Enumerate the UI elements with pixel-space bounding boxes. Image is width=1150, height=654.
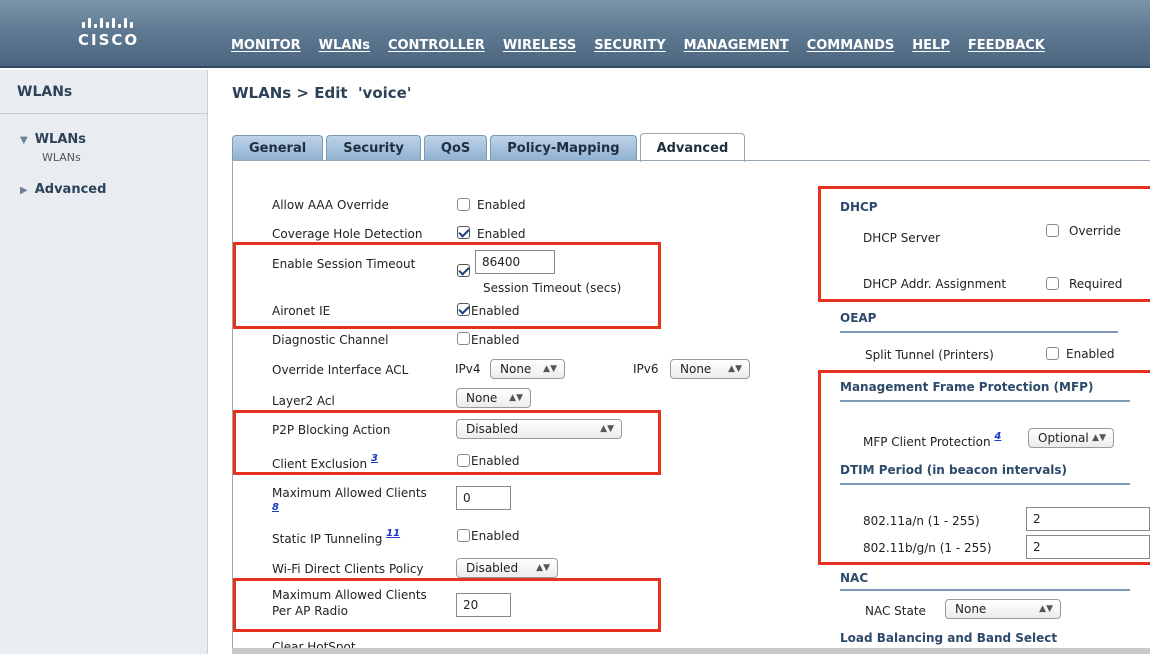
tab-advanced[interactable]: Advanced — [639, 133, 746, 162]
aaa-override-checkbox[interactable] — [457, 198, 470, 211]
max-clients-label: Maximum Allowed Clients — [272, 486, 427, 500]
ipv6-acl-select[interactable]: None ▲▼ — [670, 359, 750, 379]
ipv4-acl-select[interactable]: None ▲▼ — [490, 359, 565, 379]
tab-general[interactable]: General — [232, 135, 324, 161]
section-divider — [840, 589, 1130, 591]
wifi-direct-select[interactable]: Disabled ▲▼ — [456, 558, 558, 578]
max-clients-input[interactable]: 0 — [456, 486, 511, 510]
cisco-logo: CISCO — [78, 16, 139, 49]
nav-help[interactable]: HELP — [912, 38, 950, 53]
nav-security[interactable]: SECURITY — [594, 38, 665, 53]
footnote-link[interactable]: 11 — [386, 528, 400, 539]
override-acl-label: Override Interface ACL — [272, 363, 409, 377]
sidebar: WLANs ▼ WLANs WLANs ▶ Advanced — [0, 70, 208, 654]
diag-channel-checkbox[interactable] — [457, 332, 470, 345]
nav-wireless[interactable]: WIRELESS — [503, 38, 576, 53]
highlight-box-radio — [233, 578, 661, 632]
sidebar-item-label: Advanced — [34, 182, 107, 197]
coverage-hole-value: Enabled — [477, 227, 526, 241]
select-arrows-icon: ▲▼ — [1039, 604, 1053, 614]
layer2-acl-value: None — [466, 391, 498, 405]
coverage-hole-label: Coverage Hole Detection — [272, 227, 423, 241]
sidebar-subitem-wlans[interactable]: WLANs — [42, 151, 81, 164]
load-balancing-title: Load Balancing and Band Select — [840, 631, 1058, 645]
sidebar-item-wlans[interactable]: ▼ WLANs — [20, 132, 86, 147]
select-arrows-icon: ▲▼ — [728, 364, 742, 374]
select-arrows-icon: ▲▼ — [536, 563, 550, 573]
cisco-bars-icon — [82, 16, 139, 28]
page-title: WLANs > Edit 'voice' — [232, 84, 412, 102]
split-tunnel-value: Enabled — [1066, 347, 1115, 361]
diag-channel-label: Diagnostic Channel — [272, 333, 389, 347]
nav-feedback[interactable]: FEEDBACK — [968, 38, 1045, 53]
tab-policy-mapping[interactable]: Policy-Mapping — [490, 135, 637, 161]
layer2-acl-label: Layer2 Acl — [272, 394, 335, 408]
ipv6-acl-value: None — [680, 362, 712, 376]
highlight-box-session — [233, 242, 661, 329]
select-arrows-icon: ▲▼ — [509, 393, 523, 403]
sidebar-item-label: WLANs — [34, 132, 87, 147]
static-ip-checkbox[interactable] — [457, 529, 470, 542]
select-arrows-icon: ▲▼ — [543, 364, 557, 374]
nav-controller[interactable]: CONTROLLER — [388, 38, 485, 53]
split-tunnel-checkbox[interactable] — [1046, 347, 1059, 360]
nav-wlans[interactable]: WLANs — [319, 38, 370, 53]
triangle-down-icon: ▼ — [20, 135, 28, 146]
top-navigation-bar: CISCO MONITOR WLANs CONTROLLER WIRELESS … — [0, 0, 1150, 68]
static-ip-label: Static IP Tunneling 11 — [272, 528, 400, 546]
highlight-box-dhcp — [818, 186, 1150, 302]
wifi-direct-label: Wi-Fi Direct Clients Policy — [272, 562, 424, 576]
diag-channel-value: Enabled — [471, 333, 520, 347]
aaa-override-value: Enabled — [477, 198, 526, 212]
ipv6-label: IPv6 — [633, 362, 659, 376]
ipv4-label: IPv4 — [455, 362, 481, 376]
section-divider — [840, 331, 1118, 333]
highlight-box-p2p — [233, 410, 661, 475]
triangle-right-icon: ▶ — [20, 185, 28, 196]
tab-security[interactable]: Security — [326, 135, 421, 161]
nac-state-value: None — [955, 602, 987, 616]
oeap-title: OEAP — [840, 311, 877, 325]
sidebar-title: WLANs — [17, 84, 73, 100]
split-tunnel-label: Split Tunnel (Printers) — [865, 348, 994, 362]
coverage-hole-checkbox[interactable] — [457, 226, 470, 239]
nac-state-label: NAC State — [865, 604, 926, 618]
static-ip-text: Static IP Tunneling — [272, 532, 383, 546]
nac-state-select[interactable]: None ▲▼ — [945, 599, 1061, 619]
wifi-direct-value: Disabled — [466, 561, 519, 575]
tab-qos[interactable]: QoS — [423, 135, 488, 161]
nac-title: NAC — [840, 571, 869, 585]
sidebar-item-advanced[interactable]: ▶ Advanced — [20, 182, 106, 197]
layer2-acl-select[interactable]: None ▲▼ — [456, 388, 531, 408]
tab-bar: General Security QoS Policy-Mapping Adva… — [232, 132, 748, 162]
aaa-override-label: Allow AAA Override — [272, 198, 389, 212]
footnote-link[interactable]: 8 — [272, 502, 279, 513]
nav-management[interactable]: MANAGEMENT — [684, 38, 789, 53]
sidebar-divider — [0, 113, 208, 114]
main-menu: MONITOR WLANs CONTROLLER WIRELESS SECURI… — [231, 38, 1063, 53]
cisco-wordmark: CISCO — [78, 31, 140, 49]
ipv4-acl-value: None — [500, 362, 532, 376]
nav-monitor[interactable]: MONITOR — [231, 38, 301, 53]
nav-commands[interactable]: COMMANDS — [807, 38, 895, 53]
static-ip-value: Enabled — [471, 529, 520, 543]
horizontal-scrollbar[interactable] — [232, 648, 1150, 654]
highlight-box-mfp-dtim — [818, 370, 1150, 565]
